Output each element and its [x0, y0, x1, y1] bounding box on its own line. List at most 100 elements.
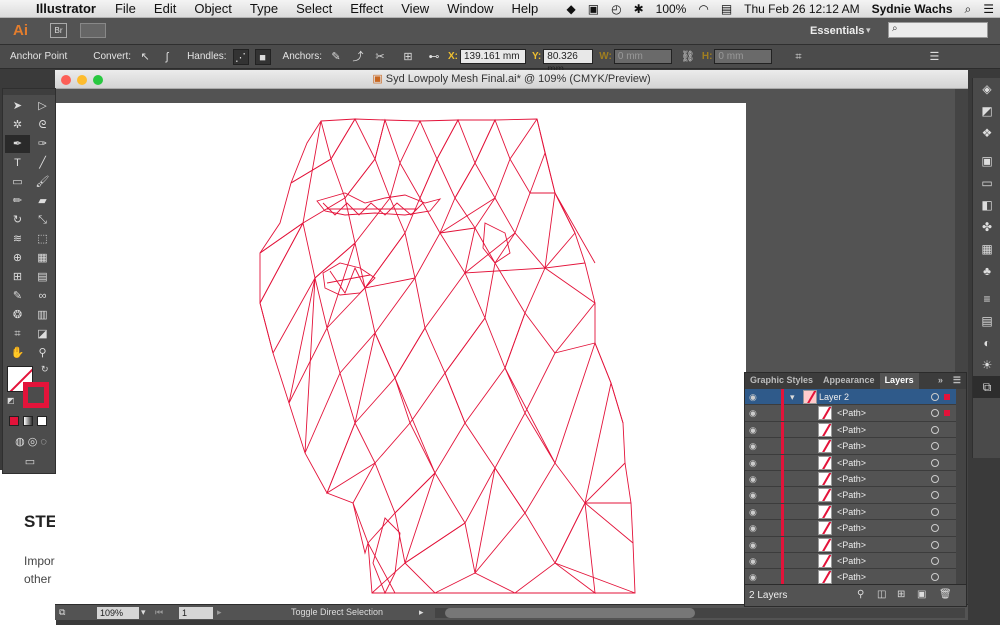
flag-icon[interactable]: ▤ — [715, 2, 738, 16]
mesh-tool-icon[interactable]: ⊞ — [5, 268, 30, 286]
bridge-button[interactable]: Br — [50, 23, 67, 38]
h-field[interactable]: 0 mm — [714, 49, 773, 64]
lowpoly-mesh-artwork[interactable] — [55, 103, 746, 604]
status-menu-icon[interactable]: ▸ — [419, 607, 424, 618]
target-circle-icon[interactable] — [931, 393, 939, 401]
visibility-eye-icon[interactable]: ◉ — [749, 507, 757, 518]
menu-effect[interactable]: Effect — [341, 1, 392, 16]
path-row[interactable]: ◉ <Path> — [745, 503, 966, 521]
path-name[interactable]: <Path> — [837, 572, 866, 582]
constrain-proportions-icon[interactable]: ⛓ — [680, 49, 696, 65]
menu-type[interactable]: Type — [241, 1, 287, 16]
direct-selection-tool-icon[interactable]: ▷ — [30, 97, 55, 115]
x-field[interactable]: 139.161 mm — [460, 49, 526, 64]
symbols-panel-icon[interactable]: ✤ — [973, 216, 1000, 238]
path-row[interactable]: ◉ <Path> — [745, 552, 966, 570]
time-machine-icon[interactable]: ◴ — [605, 2, 627, 16]
transparency-panel-icon[interactable]: ◐ — [973, 332, 1000, 354]
spotlight-icon[interactable]: ⌕ — [959, 2, 978, 17]
show-handles-icon[interactable]: ⋰ — [232, 48, 249, 65]
stroke-panel-icon[interactable]: ≡ — [973, 288, 1000, 310]
paintbrush-tool-icon[interactable]: 🖌 — [30, 173, 55, 191]
target-circle-icon[interactable] — [931, 458, 939, 467]
path-name[interactable]: <Path> — [837, 425, 866, 435]
magic-wand-tool-icon[interactable]: ✲ — [5, 116, 30, 134]
clock[interactable]: Thu Feb 26 12:12 AM — [738, 2, 865, 16]
path-row[interactable]: ◉ <Path> — [745, 470, 966, 488]
battery-text[interactable]: 100% — [650, 2, 693, 16]
transform-icon[interactable]: ⌗ — [790, 49, 806, 65]
visibility-eye-icon[interactable]: ◉ — [749, 441, 757, 452]
zoom-dropdown-icon[interactable]: ▾ — [141, 607, 146, 618]
path-name[interactable]: <Path> — [837, 556, 866, 566]
path-name[interactable]: <Path> — [837, 523, 866, 533]
visibility-eye-icon[interactable]: ◉ — [749, 572, 757, 583]
panel-menu-icon[interactable]: ☰ — [948, 373, 966, 389]
path-name[interactable]: <Path> — [837, 441, 866, 451]
user-name[interactable]: Sydnie Wachs — [866, 2, 959, 16]
menu-object[interactable]: Object — [185, 1, 241, 16]
target-circle-icon[interactable] — [931, 491, 939, 500]
screen-mode-icon[interactable]: ▭ — [17, 453, 43, 471]
collapse-panel-icon[interactable]: » — [933, 373, 948, 389]
path-name[interactable]: <Path> — [837, 490, 866, 500]
selection-indicator[interactable] — [944, 394, 950, 400]
hand-tool-icon[interactable]: ✋ — [5, 344, 30, 362]
layers-panel-icon[interactable]: ⧉ — [973, 376, 1000, 398]
line-tool-icon[interactable]: ╱ — [30, 154, 55, 172]
convert-corner-icon[interactable]: ↖ — [137, 49, 153, 65]
chevron-down-icon[interactable]: ▾ — [866, 25, 871, 36]
menu-view[interactable]: View — [392, 1, 438, 16]
visibility-eye-icon[interactable]: ◉ — [749, 523, 757, 534]
rotate-tool-icon[interactable]: ↻ — [5, 211, 30, 229]
y-field[interactable]: 80.326 mm — [543, 49, 594, 75]
menu-select[interactable]: Select — [287, 1, 341, 16]
path-row[interactable]: ◉ <Path> — [745, 405, 966, 422]
pen-tool-icon[interactable]: ✒ — [5, 135, 30, 153]
path-name[interactable]: <Path> — [837, 474, 866, 484]
selection-indicator[interactable] — [944, 410, 950, 417]
slice-tool-icon[interactable]: ◪ — [30, 325, 55, 343]
lasso-tool-icon[interactable]: ᘓ — [30, 116, 55, 134]
target-circle-icon[interactable] — [931, 507, 939, 516]
align-panel-icon[interactable]: ▭ — [973, 172, 1000, 194]
artboard-tool-icon[interactable]: ⌗ — [5, 325, 30, 343]
default-colors-icon[interactable]: ◩ — [7, 396, 15, 405]
perspective-grid-tool-icon[interactable]: ▦ — [30, 249, 55, 267]
close-window-button[interactable] — [61, 75, 71, 85]
path-row[interactable]: ◉ <Path> — [745, 421, 966, 439]
width-tool-icon[interactable]: ≋ — [5, 230, 30, 248]
artboard-nav-icon[interactable]: ⧉ — [59, 607, 65, 618]
bluetooth-icon[interactable]: ✱ — [628, 2, 650, 16]
panel-menu-icon[interactable]: ☰ — [926, 49, 942, 65]
path-name[interactable]: <Path> — [837, 540, 866, 550]
visibility-eye-icon[interactable]: ◉ — [749, 490, 757, 501]
curvature-tool-icon[interactable]: ✑ — [30, 135, 55, 153]
transform-panel-icon[interactable]: ▣ — [973, 150, 1000, 172]
tab-appearance[interactable]: Appearance — [818, 373, 880, 389]
type-tool-icon[interactable]: T — [5, 154, 30, 172]
path-row[interactable]: ◉ <Path> — [745, 438, 966, 455]
swap-fill-stroke-icon[interactable]: ↻ — [41, 364, 49, 375]
help-search-input[interactable]: ⌕ — [888, 22, 988, 38]
draw-mode-icons[interactable]: ◍ ◎ ◌ — [9, 433, 53, 451]
gradient-panel-icon[interactable]: ▤ — [973, 310, 1000, 332]
tab-layers[interactable]: Layers — [879, 373, 919, 389]
symbol-sprayer-tool-icon[interactable]: ❂ — [5, 306, 30, 324]
eyedropper-tool-icon[interactable]: ✎ — [5, 287, 30, 305]
visibility-eye-icon[interactable]: ◉ — [749, 408, 757, 419]
stroke-swatch[interactable] — [23, 382, 49, 408]
menu-edit[interactable]: Edit — [145, 1, 185, 16]
appearance-panel-icon[interactable]: ☀ — [973, 354, 1000, 376]
hide-handles-icon[interactable]: ■ — [254, 48, 271, 65]
delete-layer-icon[interactable]: 🗑 — [939, 589, 952, 600]
wifi-icon[interactable]: ◠ — [692, 2, 714, 16]
artboard[interactable] — [55, 103, 746, 604]
tab-graphic-styles[interactable]: Graphic Styles — [745, 373, 818, 389]
zoom-field[interactable]: 109% — [97, 607, 139, 619]
swatches-panel-icon[interactable]: ❖ — [973, 122, 1000, 144]
path-name[interactable]: <Path> — [837, 507, 866, 517]
menu-help[interactable]: Help — [502, 1, 547, 16]
target-circle-icon[interactable] — [931, 409, 939, 418]
free-transform-tool-icon[interactable]: ⬚ — [30, 230, 55, 248]
